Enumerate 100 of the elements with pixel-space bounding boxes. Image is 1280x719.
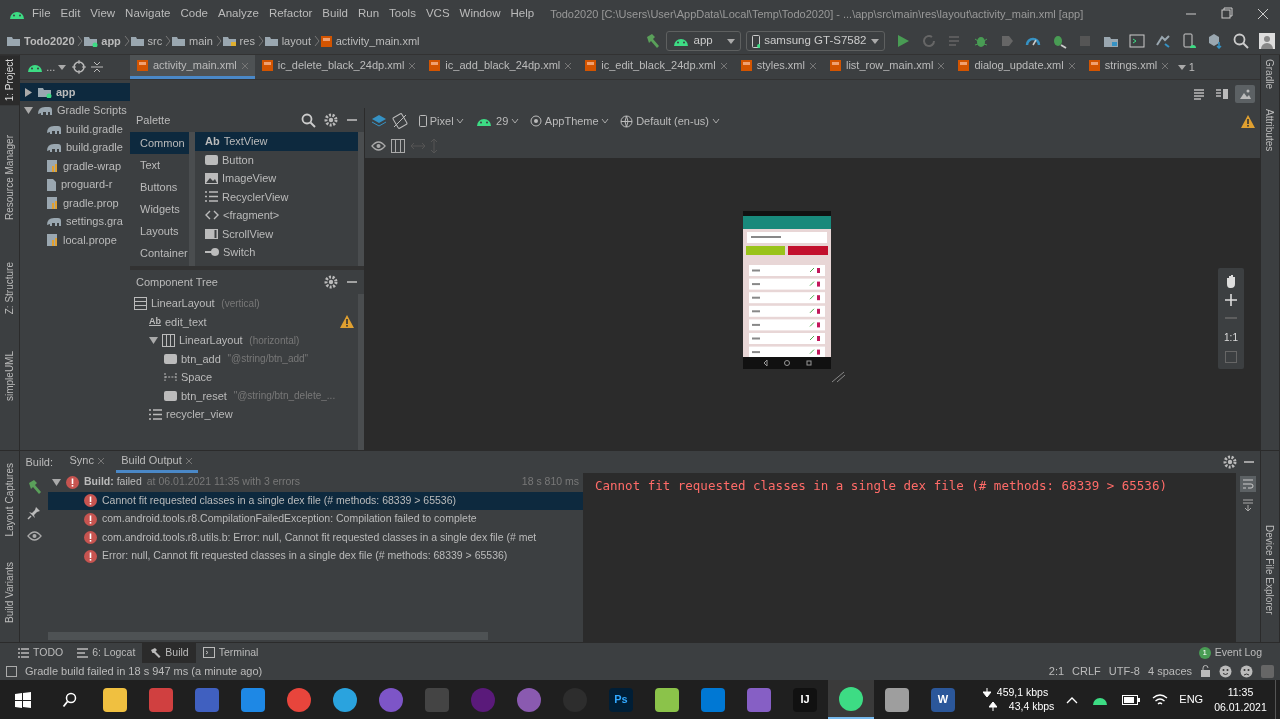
editor-tab[interactable]: dialog_update.xml: [951, 55, 1082, 79]
taskbar-app-button[interactable]: Ps: [598, 680, 644, 719]
menu-item[interactable]: Help: [506, 5, 539, 23]
palette-item[interactable]: ScrollView: [195, 224, 358, 243]
taskbar-app-button[interactable]: [828, 680, 874, 719]
editor-tab[interactable]: styles.xml: [733, 55, 823, 79]
design-view-icon[interactable]: [1234, 85, 1255, 103]
palette-category[interactable]: Common: [130, 132, 189, 154]
build-tab[interactable]: Sync: [64, 451, 111, 473]
user-icon[interactable]: [1259, 33, 1275, 49]
editor-tab[interactable]: ic_edit_black_24dp.xml: [578, 55, 734, 79]
menu-item[interactable]: Run: [353, 5, 384, 23]
palette-category[interactable]: Widgets: [130, 198, 189, 220]
tree-item[interactable]: build.gradle: [20, 138, 130, 157]
pin-icon[interactable]: [27, 505, 41, 520]
tree-item[interactable]: gradle-wrap: [20, 156, 130, 176]
status-item[interactable]: UTF-8: [1108, 662, 1140, 680]
breadcrumb-link[interactable]: src: [147, 32, 163, 50]
collapse-arrow-icon[interactable]: [24, 87, 33, 97]
component-tree-item[interactable]: btn_reset "@string/btn_delete_...: [130, 386, 358, 405]
tool-window-tab[interactable]: Z: Structure: [0, 258, 19, 319]
palette-category[interactable]: Layouts: [130, 220, 189, 242]
editor-tab[interactable]: activity_main.xml: [130, 55, 255, 79]
device-dropdown[interactable]: Pixel: [419, 112, 465, 130]
component-tree-item[interactable]: LinearLayout (vertical): [130, 294, 358, 313]
sad-face-icon[interactable]: [1240, 664, 1253, 678]
tool-window-tab[interactable]: Attributes: [1261, 105, 1279, 156]
editor-tab[interactable]: list_row_main.xml: [822, 55, 952, 79]
clock-time[interactable]: 11:35: [1227, 685, 1254, 700]
palette-category[interactable]: Text: [130, 154, 189, 176]
zoom-actual-size-button[interactable]: 1:1: [1224, 330, 1238, 345]
breadcrumb-link[interactable]: main: [189, 32, 213, 50]
tool-window-tab[interactable]: simpleUML: [0, 346, 19, 405]
taskbar-app-button[interactable]: W: [920, 680, 966, 719]
status-item[interactable]: 2:1: [1048, 662, 1065, 680]
clock-date[interactable]: 06.01.2021: [1214, 699, 1267, 714]
locale-dropdown[interactable]: Default (en-us): [620, 112, 720, 130]
build-error-item[interactable]: Error: null, Cannot fit requested classes in a single dex file (# methods: 68339 > 65536): [48, 547, 583, 566]
run-icon[interactable]: [895, 33, 911, 49]
editor-tab[interactable]: ic_add_black_24dp.xml: [422, 55, 579, 79]
breadcrumb-link[interactable]: app: [101, 32, 121, 50]
menu-item[interactable]: Window: [455, 5, 505, 23]
device-dropdown[interactable]: samsung GT-S7582: [746, 31, 885, 51]
event-log-button[interactable]: 1 Event Log: [1191, 642, 1269, 663]
expand-arrow-icon[interactable]: [24, 106, 33, 115]
component-tree-item[interactable]: LinearLayout (horizontal): [130, 331, 358, 350]
tool-window-button[interactable]: Terminal: [195, 642, 266, 663]
component-tree-item[interactable]: Ab edit_text: [130, 312, 358, 331]
soft-wrap-icon[interactable]: [1240, 475, 1256, 492]
theme-dropdown[interactable]: AppTheme: [530, 112, 610, 130]
breadcrumb-link[interactable]: res: [239, 32, 255, 50]
collapse-all-icon[interactable]: [91, 60, 104, 74]
terminal-window-icon[interactable]: [1129, 33, 1145, 49]
breadcrumb-link[interactable]: Todo2020: [24, 32, 75, 50]
editor-tab[interactable]: strings.xml: [1081, 55, 1176, 79]
tree-item[interactable]: gradle.prop: [20, 193, 130, 213]
menu-item[interactable]: Build: [318, 5, 352, 23]
tool-window-tab[interactable]: Build Variants: [0, 558, 19, 628]
palette-item[interactable]: <fragment>: [195, 206, 358, 225]
menu-item[interactable]: View: [86, 5, 120, 23]
palette-category[interactable]: Buttons: [130, 176, 189, 198]
component-tree-item[interactable]: recycler_view: [130, 405, 358, 424]
pan-hand-icon[interactable]: [1224, 274, 1238, 288]
tree-item[interactable]: proguard-r: [20, 175, 130, 194]
breadcrumb-link[interactable]: layout: [281, 32, 311, 50]
tool-window-button[interactable]: Build: [142, 642, 196, 663]
tree-item[interactable]: local.prope: [20, 230, 130, 250]
status-item[interactable]: 4 spaces: [1147, 662, 1192, 680]
battery-icon[interactable]: [1121, 694, 1140, 705]
tool-window-tab[interactable]: 1: Project: [0, 55, 19, 106]
panel-toggle-icon[interactable]: [6, 665, 17, 677]
menu-item[interactable]: VCS: [421, 5, 454, 23]
lock-icon[interactable]: [1200, 665, 1211, 677]
editor-tab[interactable]: ic_delete_black_24dp.xml: [254, 55, 423, 79]
menu-item[interactable]: Tools: [385, 5, 420, 23]
breadcrumb-link[interactable]: activity_main.xml: [335, 32, 420, 50]
tool-window-button[interactable]: TODO: [11, 642, 71, 663]
tree-item[interactable]: app: [20, 82, 130, 102]
palette-category[interactable]: Container: [130, 242, 189, 264]
api-level-dropdown[interactable]: 29: [475, 112, 520, 130]
palette-item[interactable]: Button: [195, 150, 358, 169]
menu-item[interactable]: Edit: [56, 5, 85, 23]
locate-icon[interactable]: [71, 60, 86, 74]
menu-item[interactable]: Refactor: [264, 5, 317, 23]
scroll-to-end-icon[interactable]: [1240, 497, 1256, 514]
smiley-icon[interactable]: [1219, 664, 1232, 678]
project-view-dropdown[interactable]: ...: [25, 58, 67, 76]
tool-window-button[interactable]: 6: Logcat: [70, 642, 143, 663]
tree-item[interactable]: Gradle Scripts: [20, 101, 130, 120]
tree-item[interactable]: settings.gra: [20, 212, 130, 231]
menu-item[interactable]: Code: [176, 5, 212, 23]
show-hidden-icons-icon[interactable]: [1065, 695, 1078, 704]
palette-item[interactable]: ImageView: [195, 169, 358, 188]
expand-arrow-icon[interactable]: [149, 335, 158, 345]
status-item[interactable]: CRLF: [1072, 662, 1101, 680]
zoom-in-icon[interactable]: [1225, 294, 1237, 306]
language-indicator[interactable]: ENG: [1179, 691, 1204, 708]
build-error-item[interactable]: com.android.tools.r8.utils.b: Error: null, Cannot fit requested classes in a single dex file (# met: [48, 528, 583, 547]
palette-item[interactable]: Ab TextView: [195, 132, 358, 151]
menu-item[interactable]: Analyze: [213, 5, 263, 23]
